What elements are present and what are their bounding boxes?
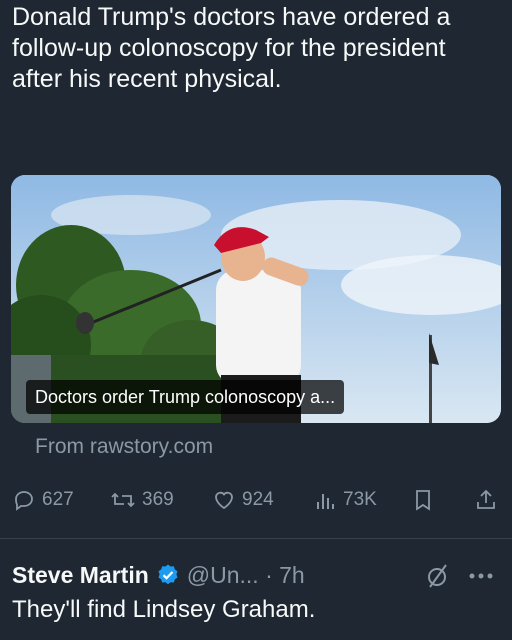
reply-button[interactable]: 627 [12, 482, 74, 518]
share-icon [477, 489, 495, 509]
share-button[interactable] [475, 482, 497, 518]
views-count: 73K [343, 489, 377, 510]
tweet-text: Donald Trump's doctors have ordered a fo… [12, 3, 451, 93]
bookmark-icon [416, 490, 430, 511]
reply-author-name[interactable]: Steve Martin [12, 562, 149, 589]
repost-icon [111, 492, 135, 508]
bookmark-button[interactable] [412, 482, 434, 518]
like-button[interactable]: 924 [212, 482, 274, 518]
views-button[interactable]: 73K [315, 482, 377, 518]
divider [0, 538, 512, 539]
like-count: 924 [242, 489, 274, 510]
reply-icon [15, 491, 33, 511]
verified-badge-icon [158, 564, 178, 585]
reply-handle-time[interactable]: @Un... · 7h [187, 562, 305, 589]
more-icon[interactable] [468, 572, 494, 580]
repost-button[interactable]: 369 [110, 482, 174, 518]
action-bar: 627 369 924 73K [12, 482, 500, 518]
card-source[interactable]: From rawstory.com [35, 435, 213, 459]
repost-count: 369 [142, 489, 174, 510]
views-icon [317, 494, 334, 509]
like-icon [215, 491, 233, 510]
reply-text: They'll find Lindsey Graham. [12, 596, 316, 623]
grok-icon[interactable] [424, 561, 452, 591]
card-caption[interactable]: Doctors order Trump colonoscopy a... [26, 380, 345, 414]
reply-count: 627 [42, 489, 74, 510]
